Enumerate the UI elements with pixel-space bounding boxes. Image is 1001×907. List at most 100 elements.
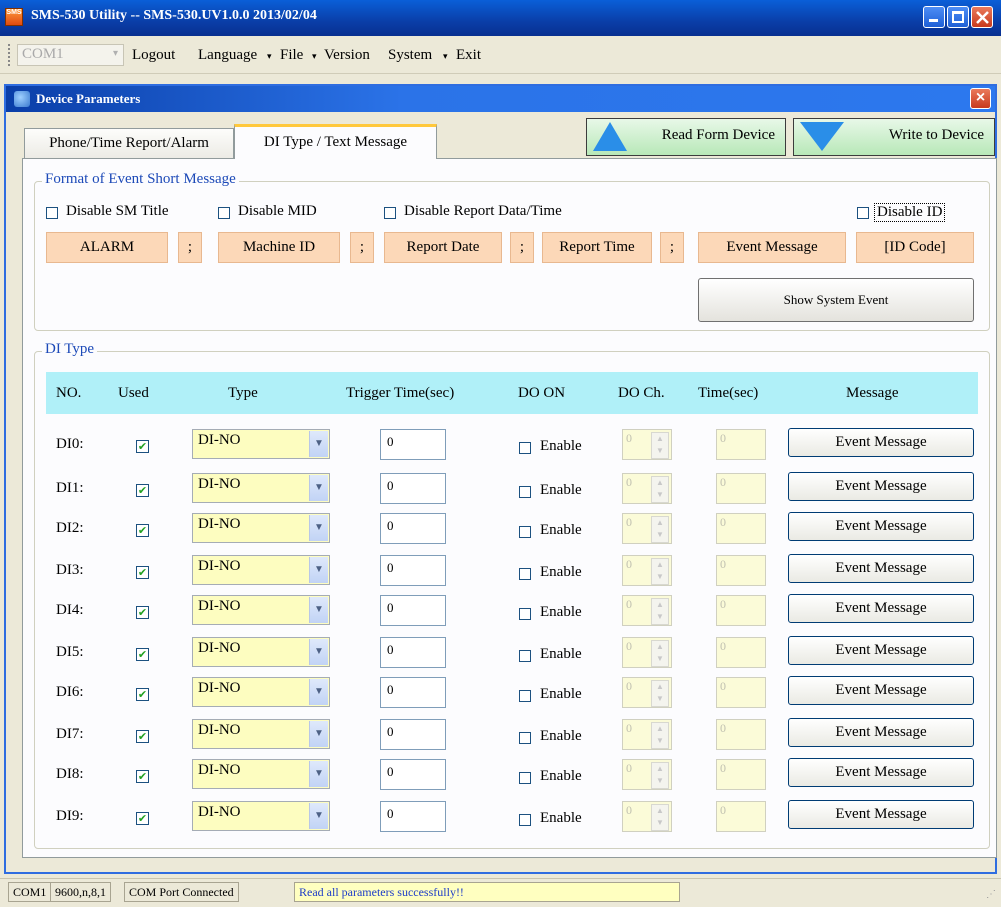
time-input[interactable]: 0 [716, 637, 766, 668]
do-on-checkbox[interactable] [519, 650, 531, 662]
minimize-button[interactable] [923, 6, 945, 28]
spinner-arrows-icon[interactable]: ▲ ▼ [651, 598, 669, 625]
spinner-arrows-icon[interactable]: ▲ ▼ [651, 476, 669, 503]
do-on-checkbox[interactable] [519, 608, 531, 620]
type-select[interactable]: DI-NO ▼ [192, 595, 330, 625]
trigger-time-input[interactable]: 0 [380, 429, 446, 460]
do-ch-spinner[interactable]: 0 ▲ ▼ [622, 759, 672, 790]
disable-mid-checkbox[interactable] [218, 207, 230, 219]
used-checkbox[interactable]: ✔ [136, 730, 149, 743]
event-message-button[interactable]: Event Message [788, 594, 974, 623]
do-on-checkbox[interactable] [519, 732, 531, 744]
spinner-arrows-icon[interactable]: ▲ ▼ [651, 680, 669, 707]
time-input[interactable]: 0 [716, 429, 766, 460]
type-select[interactable]: DI-NO ▼ [192, 801, 330, 831]
do-on-checkbox[interactable] [519, 814, 531, 826]
do-on-checkbox[interactable] [519, 526, 531, 538]
event-message-button[interactable]: Event Message [788, 636, 974, 665]
used-checkbox[interactable]: ✔ [136, 484, 149, 497]
menu-language[interactable]: Language [198, 47, 257, 64]
time-input[interactable]: 0 [716, 677, 766, 708]
trigger-time-input[interactable]: 0 [380, 677, 446, 708]
type-select[interactable]: DI-NO ▼ [192, 637, 330, 667]
do-on-checkbox[interactable] [519, 772, 531, 784]
menu-system[interactable]: System [388, 47, 432, 64]
used-checkbox[interactable]: ✔ [136, 606, 149, 619]
used-checkbox[interactable]: ✔ [136, 770, 149, 783]
event-message-button[interactable]: Event Message [788, 676, 974, 705]
com-port-select[interactable]: COM1 ▾ [17, 44, 124, 66]
read-from-device-button[interactable]: Read Form Device [586, 118, 786, 156]
menu-exit[interactable]: Exit [456, 47, 481, 64]
time-input[interactable]: 0 [716, 719, 766, 750]
type-select[interactable]: DI-NO ▼ [192, 473, 330, 503]
spinner-arrows-icon[interactable]: ▲ ▼ [651, 432, 669, 459]
do-ch-spinner[interactable]: 0 ▲ ▼ [622, 429, 672, 460]
toolbar-grip[interactable] [8, 44, 13, 66]
spinner-arrows-icon[interactable]: ▲ ▼ [651, 516, 669, 543]
do-on-checkbox[interactable] [519, 690, 531, 702]
event-message-button[interactable]: Event Message [788, 758, 974, 787]
do-ch-spinner[interactable]: 0 ▲ ▼ [622, 719, 672, 750]
tab-di-type-text-message[interactable]: DI Type / Text Message [234, 124, 437, 159]
spinner-arrows-icon[interactable]: ▲ ▼ [651, 558, 669, 585]
tab-phone-time-report[interactable]: Phone/Time Report/Alarm [24, 128, 234, 158]
do-ch-spinner[interactable]: 0 ▲ ▼ [622, 513, 672, 544]
used-checkbox[interactable]: ✔ [136, 524, 149, 537]
time-input[interactable]: 0 [716, 595, 766, 626]
menu-version[interactable]: Version [324, 47, 370, 64]
event-message-button[interactable]: Event Message [788, 472, 974, 501]
do-ch-spinner[interactable]: 0 ▲ ▼ [622, 637, 672, 668]
used-checkbox[interactable]: ✔ [136, 648, 149, 661]
trigger-time-input[interactable]: 0 [380, 719, 446, 750]
do-ch-spinner[interactable]: 0 ▲ ▼ [622, 555, 672, 586]
used-checkbox[interactable]: ✔ [136, 440, 149, 453]
time-input[interactable]: 0 [716, 473, 766, 504]
trigger-time-input[interactable]: 0 [380, 801, 446, 832]
trigger-time-input[interactable]: 0 [380, 759, 446, 790]
trigger-time-input[interactable]: 0 [380, 513, 446, 544]
show-system-event-button[interactable]: Show System Event [698, 278, 974, 322]
menu-logout[interactable]: Logout [132, 47, 175, 64]
do-ch-spinner[interactable]: 0 ▲ ▼ [622, 595, 672, 626]
trigger-time-input[interactable]: 0 [380, 595, 446, 626]
type-select[interactable]: DI-NO ▼ [192, 429, 330, 459]
do-on-checkbox[interactable] [519, 486, 531, 498]
disable-report-datetime-checkbox[interactable] [384, 207, 396, 219]
maximize-button[interactable] [947, 6, 969, 28]
trigger-time-input[interactable]: 0 [380, 473, 446, 504]
type-select[interactable]: DI-NO ▼ [192, 677, 330, 707]
menu-file[interactable]: File [280, 47, 303, 64]
spinner-arrows-icon[interactable]: ▲ ▼ [651, 762, 669, 789]
do-ch-spinner[interactable]: 0 ▲ ▼ [622, 801, 672, 832]
type-select[interactable]: DI-NO ▼ [192, 555, 330, 585]
close-button[interactable] [971, 6, 993, 28]
event-message-button[interactable]: Event Message [788, 718, 974, 747]
time-input[interactable]: 0 [716, 801, 766, 832]
event-message-button[interactable]: Event Message [788, 512, 974, 541]
type-select[interactable]: DI-NO ▼ [192, 513, 330, 543]
used-checkbox[interactable]: ✔ [136, 812, 149, 825]
time-input[interactable]: 0 [716, 513, 766, 544]
write-to-device-button[interactable]: Write to Device [793, 118, 995, 156]
trigger-time-input[interactable]: 0 [380, 555, 446, 586]
type-select[interactable]: DI-NO ▼ [192, 719, 330, 749]
type-select[interactable]: DI-NO ▼ [192, 759, 330, 789]
spinner-arrows-icon[interactable]: ▲ ▼ [651, 722, 669, 749]
close-icon[interactable]: × [970, 88, 991, 109]
do-on-checkbox[interactable] [519, 442, 531, 454]
disable-id-checkbox[interactable] [857, 207, 869, 219]
do-ch-spinner[interactable]: 0 ▲ ▼ [622, 473, 672, 504]
time-input[interactable]: 0 [716, 555, 766, 586]
disable-sm-title-checkbox[interactable] [46, 207, 58, 219]
spinner-arrows-icon[interactable]: ▲ ▼ [651, 640, 669, 667]
time-input[interactable]: 0 [716, 759, 766, 790]
do-ch-spinner[interactable]: 0 ▲ ▼ [622, 677, 672, 708]
resize-grip-icon[interactable]: ⋰ [986, 889, 996, 900]
do-on-checkbox[interactable] [519, 568, 531, 580]
spinner-arrows-icon[interactable]: ▲ ▼ [651, 804, 669, 831]
used-checkbox[interactable]: ✔ [136, 566, 149, 579]
event-message-button[interactable]: Event Message [788, 428, 974, 457]
trigger-time-input[interactable]: 0 [380, 637, 446, 668]
event-message-button[interactable]: Event Message [788, 554, 974, 583]
